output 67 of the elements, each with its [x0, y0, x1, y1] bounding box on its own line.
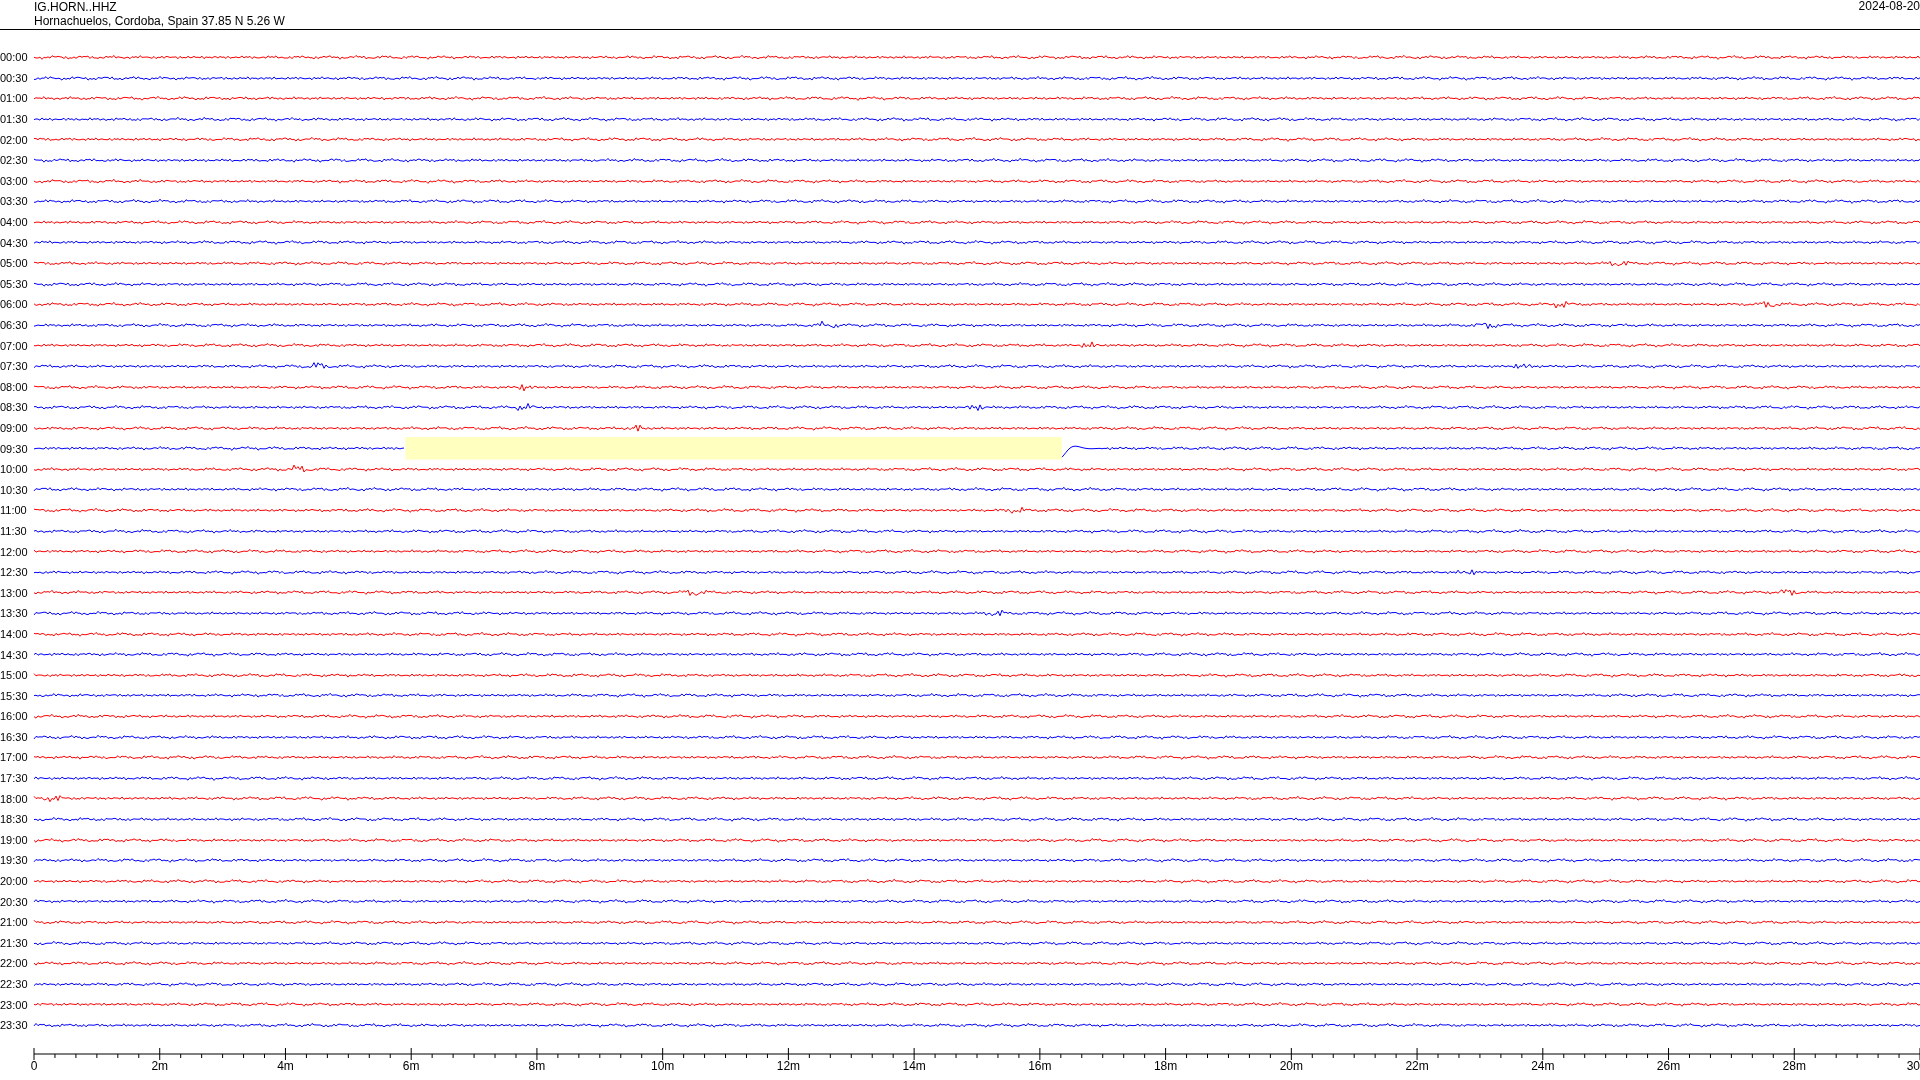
time-label: 18:30 — [0, 813, 29, 826]
time-label: 16:30 — [0, 730, 29, 743]
axis-tick-label: 10m — [651, 1058, 675, 1073]
time-label: 14:30 — [0, 648, 29, 661]
time-label: 14:00 — [0, 627, 29, 640]
time-label: 21:00 — [0, 916, 29, 929]
axis-tick-label: 2m — [151, 1058, 169, 1073]
time-label: 06:30 — [0, 319, 29, 331]
time-label: 11:00 — [0, 504, 28, 517]
time-label: 10:30 — [0, 483, 29, 496]
time-label: 07:30 — [0, 360, 29, 373]
time-label: 09:30 — [0, 442, 29, 455]
axis-tick-label: 18m — [1153, 1058, 1178, 1073]
time-label: 23:00 — [0, 998, 29, 1011]
axis-tick-label: 20m — [1279, 1058, 1303, 1073]
time-label: 05:00 — [0, 257, 29, 270]
time-label: 12:30 — [0, 566, 29, 579]
time-label: 03:30 — [0, 195, 29, 208]
time-label: 21:30 — [0, 936, 29, 949]
axis-tick-label: 8m — [528, 1058, 546, 1073]
time-label: 17:30 — [0, 772, 29, 785]
time-label: 00:30 — [0, 71, 29, 84]
time-label: 16:00 — [0, 710, 29, 723]
time-label: 11:30 — [0, 524, 28, 537]
time-label: 18:00 — [0, 792, 29, 805]
time-label: 03:00 — [0, 174, 29, 187]
time-label: 20:00 — [0, 875, 29, 888]
axis-tick-label: 4m — [277, 1058, 294, 1073]
time-label: 00:00 — [0, 51, 29, 64]
station-location: Hornachuelos, Cordoba, Spain 37.85 N 5.26 W — [34, 14, 285, 28]
axis-tick-label: 14m — [902, 1058, 926, 1073]
axis-tick-label: 6m — [402, 1058, 420, 1073]
axis-tick-label: 26m — [1656, 1058, 1681, 1073]
station-code: IG.HORN..HHZ — [34, 0, 118, 14]
time-label: 10:00 — [0, 463, 29, 476]
time-label: 01:00 — [0, 92, 29, 105]
plot-date: 2024-08-20 — [1858, 0, 1920, 13]
time-label: 04:00 — [0, 216, 29, 229]
axis-tick-label: 0 — [30, 1058, 38, 1073]
time-label: 05:30 — [0, 277, 29, 290]
axis-tick-label: 16m — [1028, 1058, 1052, 1073]
time-label: 09:00 — [0, 422, 29, 434]
time-label: 12:00 — [0, 545, 29, 558]
axis-tick-label: 22m — [1405, 1058, 1429, 1073]
time-label: 20:30 — [0, 895, 29, 908]
axis-tick-label: 28m — [1782, 1058, 1806, 1073]
time-label: 22:00 — [0, 957, 29, 970]
time-label: 23:30 — [0, 1019, 29, 1032]
time-label: 15:00 — [0, 669, 29, 682]
time-label: 04:30 — [0, 236, 29, 249]
time-label: 17:00 — [0, 751, 29, 764]
time-label: 08:30 — [0, 401, 29, 414]
time-label: 02:30 — [0, 154, 29, 167]
time-label: 19:00 — [0, 833, 29, 846]
time-label: 15:30 — [0, 689, 29, 702]
time-label: 13:00 — [0, 586, 29, 599]
time-label: 02:00 — [0, 133, 29, 146]
time-label: 13:30 — [0, 607, 29, 620]
time-label: 01:30 — [0, 113, 29, 126]
axis-tick-label: 30 — [1906, 1058, 1920, 1073]
time-label: 07:00 — [0, 339, 29, 352]
time-label: 19:30 — [0, 854, 29, 867]
axis-tick-label: 24m — [1531, 1058, 1555, 1073]
time-label: 08:00 — [0, 380, 29, 393]
time-label: 22:30 — [0, 978, 29, 990]
time-label: 06:00 — [0, 298, 29, 311]
axis-tick-label: 12m — [776, 1058, 801, 1073]
